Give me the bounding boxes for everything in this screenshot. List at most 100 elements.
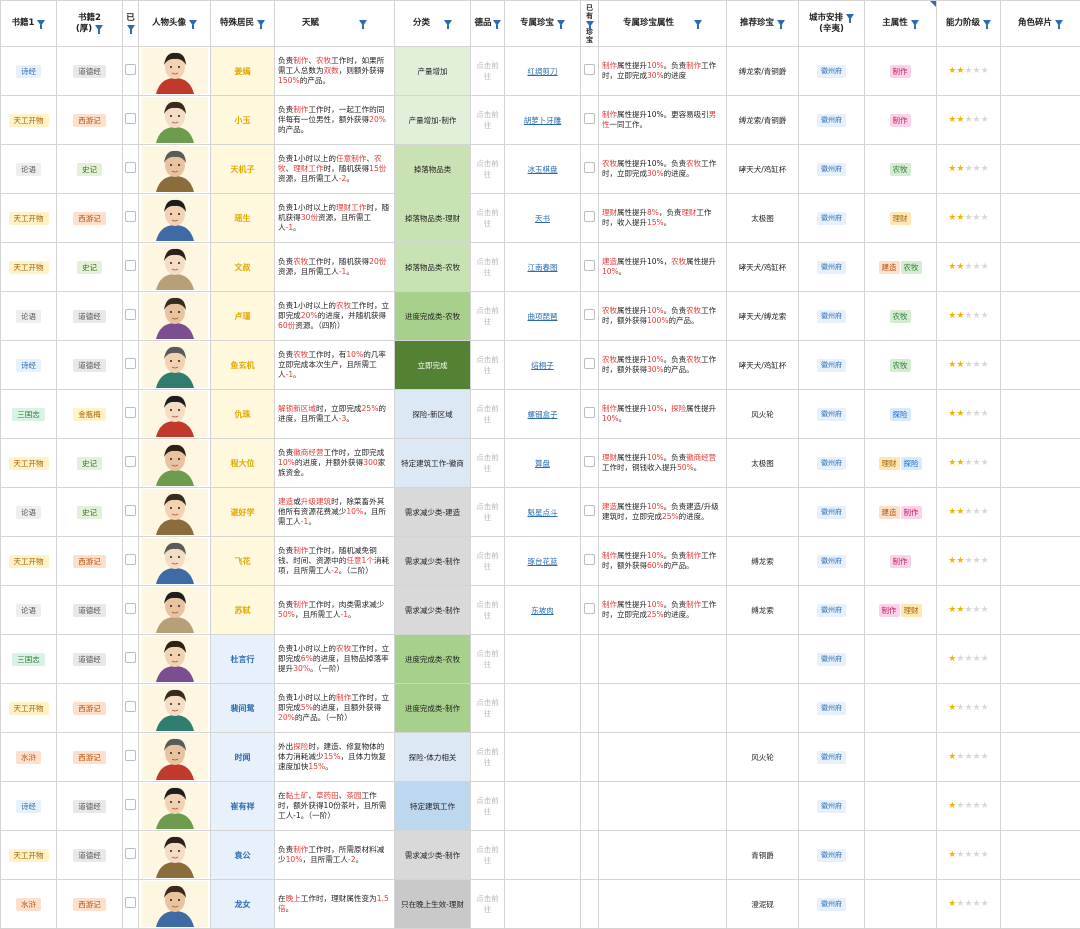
- cell-book2[interactable]: 西游记: [57, 684, 123, 733]
- cell-book1[interactable]: 天工开物: [1, 96, 57, 145]
- cell-city[interactable]: 徽州府: [799, 782, 865, 831]
- goto-link[interactable]: 点击前往: [476, 600, 499, 620]
- cell-level[interactable]: ★★★★★: [937, 341, 1001, 390]
- filter-icon[interactable]: [557, 20, 565, 26]
- owned-treasure-checkbox[interactable]: [584, 260, 595, 271]
- cell-city[interactable]: 徽州府: [799, 341, 865, 390]
- owned-checkbox[interactable]: [125, 554, 136, 565]
- cell-main-attr[interactable]: 探险: [865, 390, 937, 439]
- col-rec-treasure[interactable]: 推荐珍宝: [727, 1, 799, 47]
- cell-fragment[interactable]: [1001, 684, 1080, 733]
- cell-level[interactable]: ★★★★★: [937, 194, 1001, 243]
- owned-checkbox[interactable]: [125, 603, 136, 614]
- goto-link[interactable]: 点击前往: [476, 61, 499, 81]
- col-resident[interactable]: 特殊居民: [211, 1, 275, 47]
- cell-level[interactable]: ★★★★★: [937, 243, 1001, 292]
- treasure-link[interactable]: 魁星点斗: [528, 508, 558, 517]
- cell-level[interactable]: ★★★★★: [937, 537, 1001, 586]
- cell-main-attr[interactable]: [865, 684, 937, 733]
- cell-book2[interactable]: 道德经: [57, 341, 123, 390]
- cell-fragment[interactable]: [1001, 831, 1080, 880]
- cell-book1[interactable]: 诗经: [1, 341, 57, 390]
- cell-main-attr[interactable]: [865, 880, 937, 929]
- cell-city[interactable]: 徽州府: [799, 880, 865, 929]
- cell-level[interactable]: ★★★★★: [937, 880, 1001, 929]
- goto-link[interactable]: 点击前往: [476, 649, 499, 669]
- owned-treasure-checkbox[interactable]: [584, 309, 595, 320]
- goto-link[interactable]: 点击前往: [476, 453, 499, 473]
- cell-main-attr[interactable]: 农牧: [865, 341, 937, 390]
- cell-book1[interactable]: 论语: [1, 586, 57, 635]
- cell-city[interactable]: 徽州府: [799, 292, 865, 341]
- cell-fragment[interactable]: [1001, 145, 1080, 194]
- col-owned[interactable]: 已: [123, 1, 139, 47]
- cell-book2[interactable]: 西游记: [57, 96, 123, 145]
- cell-city[interactable]: 徽州府: [799, 145, 865, 194]
- cell-city[interactable]: 徽州府: [799, 47, 865, 96]
- col-treasure-prop[interactable]: 专属珍宝属性: [599, 1, 727, 47]
- owned-checkbox[interactable]: [125, 260, 136, 271]
- goto-link[interactable]: 点击前往: [476, 208, 499, 228]
- cell-book2[interactable]: 金瓶梅: [57, 390, 123, 439]
- cell-book2[interactable]: 西游记: [57, 194, 123, 243]
- filter-icon[interactable]: [444, 20, 452, 26]
- cell-level[interactable]: ★★★★★: [937, 488, 1001, 537]
- owned-treasure-checkbox[interactable]: [584, 64, 595, 75]
- cell-book1[interactable]: 水浒: [1, 880, 57, 929]
- goto-link[interactable]: 点击前往: [476, 355, 499, 375]
- col-artifact[interactable]: 德品: [471, 1, 505, 47]
- cell-level[interactable]: ★★★★★: [937, 145, 1001, 194]
- treasure-link[interactable]: 曲项琵琶: [528, 312, 558, 321]
- cell-book1[interactable]: 三国志: [1, 390, 57, 439]
- cell-fragment[interactable]: [1001, 96, 1080, 145]
- cell-book1[interactable]: 水浒: [1, 733, 57, 782]
- cell-level[interactable]: ★★★★★: [937, 390, 1001, 439]
- cell-main-attr[interactable]: [865, 782, 937, 831]
- cell-main-attr[interactable]: 建造制作: [865, 488, 937, 537]
- owned-checkbox[interactable]: [125, 113, 136, 124]
- cell-city[interactable]: 徽州府: [799, 733, 865, 782]
- treasure-link[interactable]: 胡萝卜牙雕: [524, 116, 562, 125]
- cell-book1[interactable]: 天工开物: [1, 831, 57, 880]
- cell-main-attr[interactable]: 农牧: [865, 292, 937, 341]
- owned-checkbox[interactable]: [125, 407, 136, 418]
- cell-level[interactable]: ★★★★★: [937, 831, 1001, 880]
- goto-link[interactable]: 点击前往: [476, 698, 499, 718]
- treasure-link[interactable]: 焙桐子: [531, 361, 554, 370]
- cell-fragment[interactable]: [1001, 537, 1080, 586]
- cell-fragment[interactable]: [1001, 390, 1080, 439]
- filter-icon[interactable]: [493, 20, 501, 26]
- owned-treasure-checkbox[interactable]: [584, 456, 595, 467]
- cell-book2[interactable]: 道德经: [57, 586, 123, 635]
- owned-treasure-checkbox[interactable]: [584, 162, 595, 173]
- cell-main-attr[interactable]: [865, 635, 937, 684]
- cell-fragment[interactable]: [1001, 194, 1080, 243]
- cell-city[interactable]: 徽州府: [799, 684, 865, 733]
- filter-icon[interactable]: [983, 20, 991, 26]
- col-owned-treasure[interactable]: 已有珍宝: [581, 1, 599, 47]
- goto-link[interactable]: 点击前往: [476, 845, 499, 865]
- treasure-link[interactable]: 东坡肉: [531, 606, 554, 615]
- treasure-link[interactable]: 红绸剪刀: [528, 67, 558, 76]
- goto-link[interactable]: 点击前往: [476, 502, 499, 522]
- cell-book2[interactable]: 道德经: [57, 635, 123, 684]
- owned-treasure-checkbox[interactable]: [584, 358, 595, 369]
- cell-book2[interactable]: 道德经: [57, 292, 123, 341]
- owned-checkbox[interactable]: [125, 211, 136, 222]
- cell-city[interactable]: 徽州府: [799, 390, 865, 439]
- cell-fragment[interactable]: [1001, 733, 1080, 782]
- owned-treasure-checkbox[interactable]: [584, 505, 595, 516]
- cell-book1[interactable]: 论语: [1, 488, 57, 537]
- col-main-attr[interactable]: 主属性: [865, 1, 937, 47]
- treasure-link[interactable]: 算盘: [535, 459, 550, 468]
- col-category[interactable]: 分类: [395, 1, 471, 47]
- owned-checkbox[interactable]: [125, 309, 136, 320]
- col-book1[interactable]: 书籍1: [1, 1, 57, 47]
- col-city[interactable]: 城市安排(辛夷): [799, 1, 865, 47]
- cell-city[interactable]: 徽州府: [799, 194, 865, 243]
- cell-book1[interactable]: 天工开物: [1, 243, 57, 292]
- cell-book1[interactable]: 诗经: [1, 47, 57, 96]
- goto-link[interactable]: 点击前往: [476, 257, 499, 277]
- goto-link[interactable]: 点击前往: [476, 747, 499, 767]
- cell-book2[interactable]: 史记: [57, 488, 123, 537]
